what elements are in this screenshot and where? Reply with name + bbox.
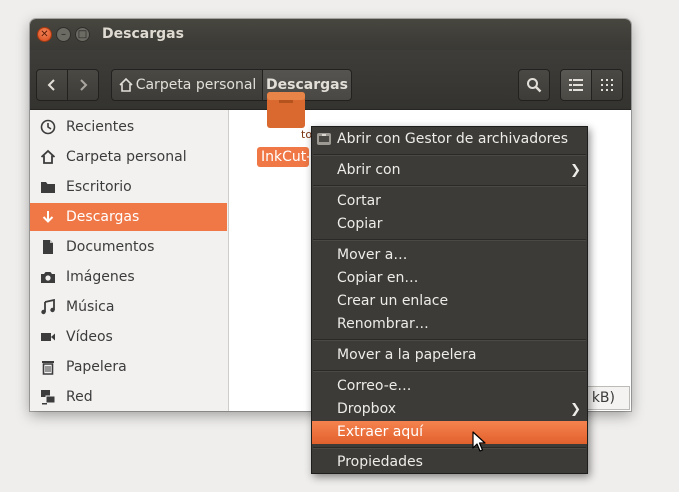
menu-item-propiedades[interactable]: Propiedades	[312, 451, 587, 474]
sidebar-item-label: Descargas	[66, 209, 140, 225]
menu-item-dropbox[interactable]: Dropbox ❯	[312, 398, 587, 421]
menu-separator	[313, 339, 586, 341]
window-title: Descargas	[102, 26, 184, 42]
sidebar-item-label: Recientes	[66, 119, 135, 135]
menu-separator	[313, 154, 586, 156]
maximize-button[interactable]: □	[75, 27, 90, 42]
home-icon	[119, 77, 133, 92]
chevron-right-icon	[80, 79, 88, 91]
submenu-arrow-icon: ❯	[570, 402, 581, 417]
sidebar-item-label: Imágenes	[66, 269, 135, 285]
context-menu: Abrir con Gestor de archivadores Abrir c…	[311, 126, 588, 474]
menu-item-label: Mover a la papelera	[337, 347, 477, 363]
grid-view-icon	[601, 79, 613, 91]
list-view-icon	[569, 79, 583, 91]
sidebar-item-videos[interactable]: Vídeos	[30, 323, 227, 351]
close-icon: ✕	[40, 29, 49, 40]
sidebar-item-label: Papelera	[66, 359, 127, 375]
menu-item-label: Extraer aquí	[337, 424, 424, 440]
archive-manager-icon	[316, 131, 332, 147]
sidebar-item-label: Documentos	[66, 239, 155, 255]
maximize-icon: □	[77, 29, 88, 40]
sidebar-item-label: Escritorio	[66, 179, 132, 195]
forward-button[interactable]	[67, 69, 99, 101]
menu-item-label: Mover a…	[337, 247, 408, 263]
folder-icon	[39, 179, 57, 195]
menu-item-label: Abrir con	[337, 162, 401, 178]
menu-item-copiar-en[interactable]: Copiar en…	[312, 267, 587, 290]
home-icon	[39, 149, 57, 165]
menu-item-label: Copiar en…	[337, 270, 419, 286]
trash-icon	[39, 359, 57, 375]
menu-item-crear-enlace[interactable]: Crear un enlace	[312, 290, 587, 313]
sidebar-item-label: Vídeos	[66, 329, 113, 345]
sidebar-item-imagenes[interactable]: Imágenes	[30, 263, 227, 291]
menu-item-renombrar[interactable]: Renombrar…	[312, 313, 587, 336]
menu-item-abrir-con[interactable]: Abrir con ❯	[312, 159, 587, 182]
menu-item-extraer-aqui[interactable]: Extraer aquí	[312, 421, 587, 444]
list-view-button[interactable]	[560, 69, 592, 101]
menu-item-label: Propiedades	[337, 454, 423, 470]
search-icon	[527, 78, 542, 93]
menu-separator	[313, 239, 586, 241]
menu-item-label: Crear un enlace	[337, 293, 449, 309]
music-icon	[39, 299, 57, 315]
sidebar-item-descargas[interactable]: Descargas	[30, 203, 227, 231]
sidebar-item-musica[interactable]: Música	[30, 293, 227, 321]
sidebar-item-label: Música	[66, 299, 115, 315]
sidebar-item-label: Carpeta personal	[66, 149, 187, 165]
breadcrumb-home-label: Carpeta personal	[135, 77, 257, 93]
menu-item-cortar[interactable]: Cortar	[312, 190, 587, 213]
sidebar-item-label: Red	[66, 389, 93, 405]
sidebar-item-escritorio[interactable]: Escritorio	[30, 173, 227, 201]
menu-item-mover-papelera[interactable]: Mover a la papelera	[312, 344, 587, 367]
search-button[interactable]	[518, 69, 550, 101]
sidebar-item-carpeta-personal[interactable]: Carpeta personal	[30, 143, 227, 171]
toolbar: Carpeta personal Descargas	[30, 50, 631, 110]
title-bar[interactable]: ✕ – □ Descargas	[30, 19, 631, 50]
menu-item-copiar[interactable]: Copiar	[312, 213, 587, 236]
clock-icon	[39, 119, 57, 135]
menu-item-label: Abrir con Gestor de archivadores	[337, 131, 569, 147]
network-icon	[39, 389, 57, 405]
close-button[interactable]: ✕	[37, 27, 52, 42]
menu-item-abrir-gestor[interactable]: Abrir con Gestor de archivadores	[312, 128, 587, 151]
breadcrumb-home[interactable]: Carpeta personal	[111, 69, 263, 101]
submenu-arrow-icon: ❯	[570, 163, 581, 178]
menu-item-label: Cortar	[337, 193, 381, 209]
sidebar: Recientes Carpeta personal Escritorio De…	[30, 110, 229, 411]
sidebar-item-documentos[interactable]: Documentos	[30, 233, 227, 261]
minimize-button[interactable]: –	[56, 27, 71, 42]
menu-item-label: Renombrar…	[337, 316, 429, 332]
sidebar-item-recientes[interactable]: Recientes	[30, 113, 227, 141]
menu-separator	[313, 370, 586, 372]
archive-file-icon[interactable]: to	[265, 86, 312, 141]
menu-item-correo[interactable]: Correo-e…	[312, 375, 587, 398]
download-icon	[39, 209, 57, 225]
chevron-left-icon	[47, 79, 55, 91]
sidebar-item-red[interactable]: Red	[30, 383, 227, 411]
video-icon	[39, 329, 57, 345]
status-text: kB)	[591, 390, 615, 406]
grid-view-button[interactable]	[591, 69, 623, 101]
menu-separator	[313, 447, 586, 449]
menu-separator	[313, 185, 586, 187]
camera-icon	[39, 269, 57, 285]
menu-item-label: Dropbox	[337, 401, 396, 417]
sidebar-item-papelera[interactable]: Papelera	[30, 353, 227, 381]
minimize-icon: –	[61, 29, 66, 40]
file-name-label[interactable]: InkCut-	[257, 147, 309, 167]
menu-item-mover-a[interactable]: Mover a…	[312, 244, 587, 267]
back-button[interactable]	[36, 69, 68, 101]
menu-item-label: Correo-e…	[337, 378, 412, 394]
document-icon	[39, 239, 57, 255]
menu-item-label: Copiar	[337, 216, 383, 232]
mouse-cursor-icon	[472, 431, 486, 452]
